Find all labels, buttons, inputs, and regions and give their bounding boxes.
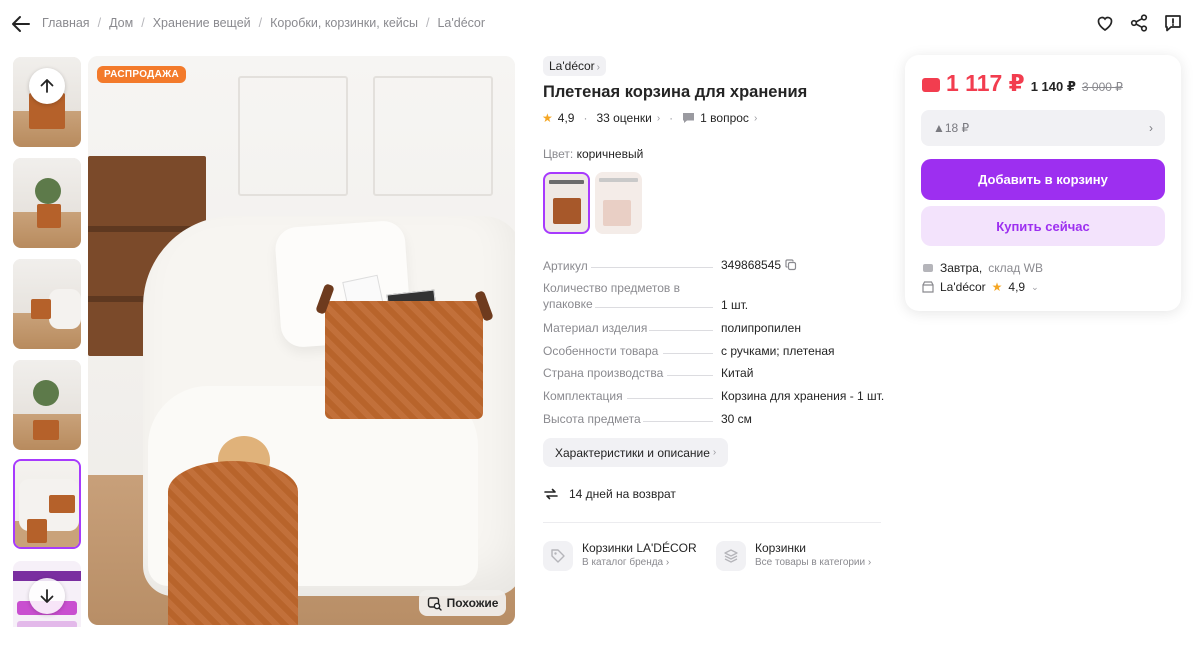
star-icon: ★ [542, 111, 553, 125]
star-icon: ★ [991, 280, 1003, 294]
product-title: Плетеная корзина для хранения [543, 83, 808, 101]
arrow-up-icon [40, 79, 54, 93]
sale-badge: РАСПРОДАЖА [97, 66, 186, 83]
article-number: 349868545 [721, 258, 782, 272]
add-to-cart-button[interactable]: Добавить в корзину [921, 159, 1165, 200]
brand-link[interactable]: La'décor › [543, 56, 606, 76]
thumbnails-scroll-down-button[interactable] [29, 578, 65, 614]
brand-catalog-link[interactable]: Корзинки LA'DÉCOR В каталог бренда › [543, 541, 697, 571]
chevron-right-icon: › [656, 112, 661, 124]
seller-name: La'décor [940, 280, 986, 294]
installment-amount: ▲18 ₽ [933, 121, 970, 135]
seller-rating: 4,9 [1008, 280, 1026, 294]
price-row: 1 117 ₽ 1 140 ₽ 3 000 ₽ [922, 70, 1123, 97]
brand-catalog-subtitle: В каталог бренда [582, 557, 664, 568]
return-arrows-icon [544, 488, 558, 500]
top-actions [1094, 12, 1184, 34]
characteristics-label: Характеристики и описание [555, 445, 710, 460]
rating-value: 4,9 [557, 111, 575, 125]
breadcrumb-item-boxes[interactable]: Коробки, корзинки, кейсы [270, 16, 418, 30]
heart-icon[interactable] [1094, 12, 1116, 34]
chevron-right-icon: › [753, 112, 758, 124]
stack-icon [716, 541, 746, 571]
breadcrumb-item-home-goods[interactable]: Дом [109, 16, 133, 30]
buy-box: 1 117 ₽ 1 140 ₽ 3 000 ₽ ▲18 ₽ › Добавить… [905, 55, 1181, 311]
color-swatch-brown-selected[interactable] [543, 172, 590, 234]
installment-row[interactable]: ▲18 ₽ › [921, 110, 1165, 146]
chevron-right-icon: › [712, 447, 717, 458]
color-value: коричневый [576, 147, 644, 161]
thumbnail-5-selected[interactable] [13, 459, 81, 549]
color-swatch-beige[interactable] [595, 172, 642, 234]
delivery-day: Завтра, [940, 261, 983, 275]
current-price: 1 117 ₽ [946, 70, 1025, 96]
questions-link[interactable]: 1 вопрос [700, 111, 749, 125]
old-price: 3 000 ₽ [1081, 80, 1123, 94]
breadcrumb-item-storage[interactable]: Хранение вещей [153, 16, 251, 30]
store-icon [922, 281, 934, 293]
arrow-down-icon [40, 589, 54, 603]
rating-row: ★ 4,9 · 33 оценки › · 1 вопрос › [542, 111, 758, 125]
breadcrumb-item-brand[interactable]: La'décor [437, 16, 485, 30]
divider [543, 522, 881, 523]
buy-now-button[interactable]: Купить сейчас [921, 206, 1165, 246]
reviews-link[interactable]: 33 оценки [596, 111, 651, 125]
share-icon[interactable] [1128, 12, 1150, 34]
delivery-source: склад WB [988, 261, 1043, 275]
thumbnail-strip [13, 57, 81, 627]
category-subtitle: Все товары в категории [755, 557, 866, 568]
chevron-right-icon: › [1149, 121, 1153, 135]
seller-info[interactable]: La'décor ★ 4,9 ⌄ [922, 280, 1039, 294]
similar-button[interactable]: Похожие [419, 590, 506, 616]
color-label: Цвет: коричневый [543, 147, 644, 161]
brand-catalog-title: Корзинки LA'DÉCOR [582, 541, 697, 555]
category-link[interactable]: Корзинки Все товары в категории › [716, 541, 871, 571]
wallet-icon [922, 77, 940, 92]
brand-name: La'décor [549, 59, 595, 73]
question-icon [683, 113, 695, 123]
back-arrow-icon[interactable] [10, 13, 32, 35]
warehouse-icon [923, 264, 933, 272]
characteristics-button[interactable]: Характеристики и описание › [543, 438, 729, 467]
tag-icon [543, 541, 573, 571]
delivery-info: Завтра, склад WB [922, 261, 1043, 275]
breadcrumb: Главная / Дом / Хранение вещей / Коробки, к… [42, 16, 486, 30]
copy-icon[interactable] [785, 259, 797, 271]
thumbnail-3[interactable] [13, 259, 81, 349]
main-product-image[interactable] [88, 56, 515, 625]
category-title: Корзинки [755, 541, 806, 555]
thumbnail-4[interactable] [13, 360, 81, 450]
price-without-wallet: 1 140 ₽ [1030, 79, 1076, 94]
image-search-icon [427, 596, 442, 611]
thumbnails-scroll-up-button[interactable] [29, 68, 65, 104]
similar-label: Похожие [446, 596, 499, 610]
return-policy: 14 дней на возврат [543, 486, 676, 502]
thumbnail-2[interactable] [13, 158, 81, 248]
breadcrumb-item-home[interactable]: Главная [42, 16, 90, 30]
chevron-down-icon: ⌄ [1031, 281, 1039, 292]
chevron-right-icon: › [596, 62, 600, 73]
return-policy-text: 14 дней на возврат [569, 487, 676, 501]
report-icon[interactable] [1162, 12, 1184, 34]
